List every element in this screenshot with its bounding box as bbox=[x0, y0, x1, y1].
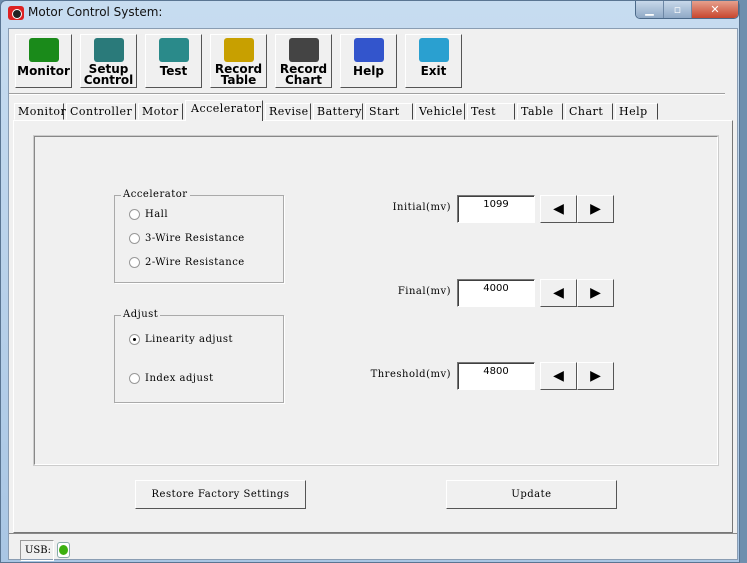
threshold-decrease-button[interactable]: ◀ bbox=[540, 362, 577, 390]
help-document-icon bbox=[353, 38, 384, 62]
usb-status-led-icon bbox=[57, 542, 70, 558]
client-area: Monitor Setup Control Test Record Table Record… bbox=[8, 28, 738, 561]
minimize-button[interactable]: ▁ bbox=[636, 1, 664, 18]
radio-selected-icon[interactable] bbox=[129, 334, 140, 345]
arrow-left-icon: ◀ bbox=[553, 285, 564, 301]
tab-help[interactable]: Help bbox=[615, 103, 658, 120]
threshold-input[interactable]: 4800 bbox=[457, 362, 535, 390]
tab-monitor[interactable]: Monitor bbox=[14, 103, 66, 120]
initial-input[interactable]: 1099 bbox=[457, 195, 535, 223]
radio-3-wire[interactable]: 3-Wire Resistance bbox=[129, 233, 245, 244]
toolbar-label: Help bbox=[353, 64, 384, 78]
accelerator-page: Accelerator Hall 3-Wire Resistance 2-Wir… bbox=[13, 120, 733, 533]
arrow-right-icon: ▶ bbox=[590, 201, 601, 217]
update-button[interactable]: Update bbox=[446, 480, 617, 509]
arrow-left-icon: ◀ bbox=[553, 201, 564, 217]
initial-increase-button[interactable]: ▶ bbox=[577, 195, 614, 223]
accelerator-group: Accelerator Hall 3-Wire Resistance 2-Wir… bbox=[114, 189, 284, 283]
initial-decrease-button[interactable]: ◀ bbox=[540, 195, 577, 223]
arrow-right-icon: ▶ bbox=[590, 285, 601, 301]
radio-label: Linearity adjust bbox=[145, 334, 234, 345]
radio-label: 2-Wire Resistance bbox=[145, 257, 245, 268]
settings-frame bbox=[33, 135, 719, 466]
arrow-left-icon: ◀ bbox=[553, 368, 564, 384]
tab-motor[interactable]: Motor bbox=[138, 103, 183, 120]
radio-hall[interactable]: Hall bbox=[129, 209, 168, 220]
initial-label: Initial(mv) bbox=[392, 202, 451, 213]
final-label: Final(mv) bbox=[397, 286, 451, 297]
toolbar-separator bbox=[9, 93, 725, 95]
radio-icon[interactable] bbox=[129, 257, 140, 268]
close-button[interactable]: ✕ bbox=[692, 1, 738, 18]
toolbar-button-test[interactable]: Test bbox=[145, 34, 202, 88]
tab-accelerator[interactable]: Accelerator bbox=[185, 100, 263, 121]
final-input[interactable]: 4000 bbox=[457, 279, 535, 307]
toolbar-button-exit[interactable]: Exit bbox=[405, 34, 462, 88]
radio-linearity[interactable]: Linearity adjust bbox=[129, 334, 233, 345]
threshold-increase-button[interactable]: ▶ bbox=[577, 362, 614, 390]
radio-label: Index adjust bbox=[145, 373, 214, 384]
toolbar-label: Test bbox=[159, 64, 188, 78]
radio-2-wire[interactable]: 2-Wire Resistance bbox=[129, 257, 245, 268]
toolbar-label: Control bbox=[83, 73, 134, 87]
tab-start[interactable]: Start bbox=[365, 103, 413, 120]
tab-controller[interactable]: Controller bbox=[66, 103, 136, 120]
tab-chart[interactable]: Chart bbox=[565, 103, 613, 120]
app-icon bbox=[8, 6, 24, 20]
toolbar-label: Table bbox=[220, 73, 257, 87]
toolbar-label: Exit bbox=[420, 64, 447, 78]
status-bar: USB: bbox=[9, 533, 737, 561]
tab-battery[interactable]: Battery bbox=[313, 103, 363, 120]
record-table-icon bbox=[223, 38, 254, 62]
toolbar-button-setup-control[interactable]: Setup Control bbox=[80, 34, 137, 88]
radio-icon[interactable] bbox=[129, 373, 140, 384]
record-chart-icon bbox=[288, 38, 319, 62]
setup-clock-icon bbox=[93, 38, 124, 62]
tab-test[interactable]: Test bbox=[467, 103, 515, 120]
arrow-right-icon: ▶ bbox=[590, 368, 601, 384]
exit-door-icon bbox=[418, 38, 449, 62]
window-title: Motor Control System: bbox=[28, 5, 163, 19]
toolbar-button-record-chart[interactable]: Record Chart bbox=[275, 34, 332, 88]
toolbar-button-help[interactable]: Help bbox=[340, 34, 397, 88]
toolbar-label: Chart bbox=[284, 73, 323, 87]
threshold-label: Threshold(mv) bbox=[370, 369, 451, 380]
group-title: Accelerator bbox=[121, 189, 190, 200]
question-icon bbox=[158, 38, 189, 62]
toolbar-button-record-table[interactable]: Record Table bbox=[210, 34, 267, 88]
app-window: Motor Control System: ▁ ▫ ✕ Monitor Setup… bbox=[0, 0, 740, 563]
restore-factory-button[interactable]: Restore Factory Settings bbox=[135, 480, 306, 509]
final-increase-button[interactable]: ▶ bbox=[577, 279, 614, 307]
radio-index[interactable]: Index adjust bbox=[129, 373, 214, 384]
tab-table[interactable]: Table bbox=[517, 103, 563, 120]
radio-icon[interactable] bbox=[129, 233, 140, 244]
final-decrease-button[interactable]: ◀ bbox=[540, 279, 577, 307]
radio-label: 3-Wire Resistance bbox=[145, 233, 245, 244]
toolbar-label: Monitor bbox=[17, 64, 70, 78]
radio-icon[interactable] bbox=[129, 209, 140, 220]
tab-revise[interactable]: Revise bbox=[265, 103, 311, 120]
toolbar-button-monitor[interactable]: Monitor bbox=[15, 34, 72, 88]
adjust-group: Adjust Linearity adjust Index adjust bbox=[114, 309, 284, 403]
tab-vehicle[interactable]: Vehicle bbox=[415, 103, 465, 120]
group-title: Adjust bbox=[121, 309, 161, 320]
monitor-grid-icon bbox=[28, 38, 59, 62]
maximize-button[interactable]: ▫ bbox=[664, 1, 692, 18]
usb-label: USB: bbox=[20, 540, 54, 561]
radio-label: Hall bbox=[145, 209, 169, 220]
